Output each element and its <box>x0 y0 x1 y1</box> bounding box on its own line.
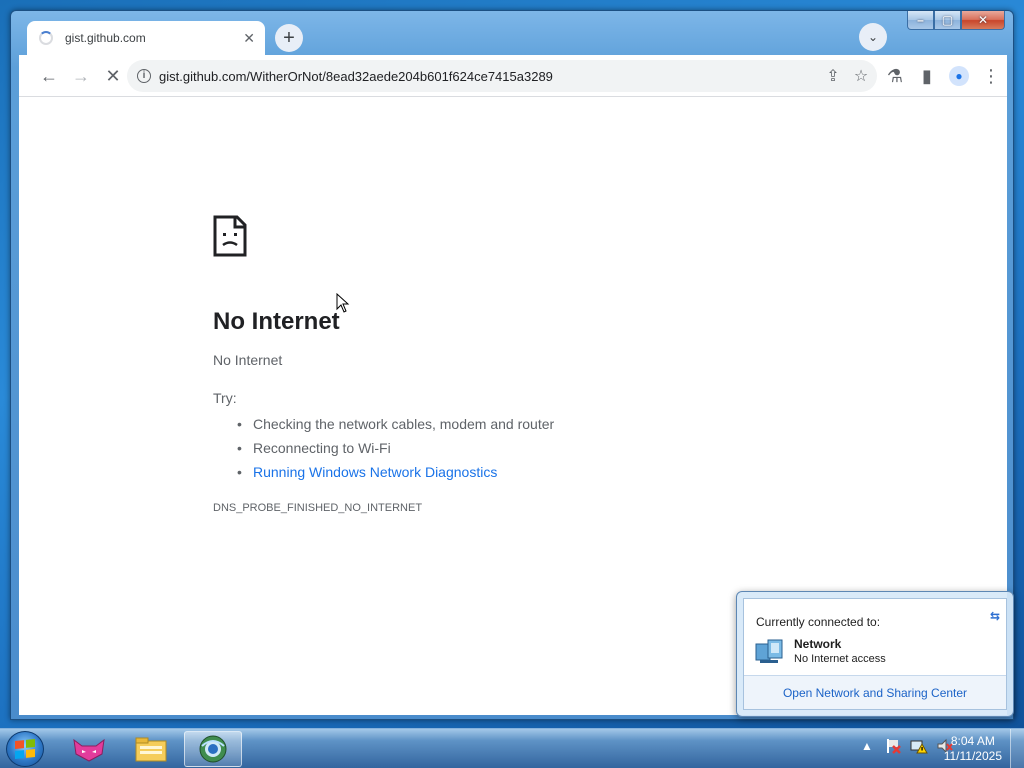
network-flyout: Currently connected to: ⇆ Network No Int… <box>736 591 1014 717</box>
taskbar-clock[interactable]: 8:04 AM 11/11/2025 <box>944 734 1002 764</box>
taskbar-browser[interactable] <box>184 731 242 767</box>
taskbar: ▲ 8:04 AM 11/11/2025 <box>0 728 1024 768</box>
tab-title: gist.github.com <box>65 31 146 45</box>
menu-button[interactable]: ⋮ <box>975 60 1007 92</box>
suggestion-list: Checking the network cables, modem and r… <box>213 412 813 484</box>
connected-heading: Currently connected to: <box>756 615 881 629</box>
error-code: DNS_PROBE_FINISHED_NO_INTERNET <box>213 502 423 514</box>
clock-time: 8:04 AM <box>950 734 995 748</box>
browser-app-icon <box>199 735 227 763</box>
network-name: Network <box>794 637 842 651</box>
bookmark-star-icon[interactable]: ☆ <box>849 60 873 92</box>
profile-avatar-icon: ● <box>949 66 969 86</box>
site-info-icon[interactable]: i <box>137 69 151 83</box>
sharing-center-link[interactable]: Open Network and Sharing Center <box>783 686 967 700</box>
fox-app-icon <box>73 738 105 762</box>
address-bar[interactable]: i gist.github.com/WitherOrNot/8ead32aede… <box>127 60 877 92</box>
minimize-button[interactable]: – <box>907 11 934 30</box>
folder-icon <box>135 737 167 762</box>
browser-tab[interactable]: gist.github.com ✕ <box>27 21 265 55</box>
error-container: No Internet No Internet Try: Checking th… <box>213 215 813 514</box>
side-panel-icon[interactable]: ▮ <box>911 60 943 92</box>
start-button[interactable] <box>6 731 44 767</box>
suggestion-item: Reconnecting to Wi-Fi <box>237 436 813 460</box>
suggestion-item-diagnostics: Running Windows Network Diagnostics <box>237 460 813 484</box>
mouse-cursor-icon <box>336 293 350 313</box>
refresh-network-icon[interactable]: ⇆ <box>990 609 1000 623</box>
close-window-button[interactable]: ✕ <box>961 11 1005 30</box>
network-flyout-panel: Currently connected to: ⇆ Network No Int… <box>743 598 1007 710</box>
back-button[interactable]: ← <box>33 60 65 92</box>
network-icon <box>755 639 783 663</box>
profile-button[interactable]: ● <box>943 60 975 92</box>
window-controls: – ▢ ✕ <box>907 11 1005 30</box>
new-tab-button[interactable]: + <box>275 24 303 52</box>
loading-spinner-icon <box>39 31 53 45</box>
address-url[interactable]: gist.github.com/WitherOrNot/8ead32aede20… <box>159 69 821 84</box>
minimize-icon: – <box>917 13 924 27</box>
extensions-icon[interactable]: ⚗ <box>879 60 911 92</box>
system-tray: ▲ <box>858 737 954 755</box>
tab-search-button[interactable]: ⌄ <box>859 23 887 51</box>
show-hidden-icons-icon[interactable]: ▲ <box>858 737 876 755</box>
maximize-button[interactable]: ▢ <box>934 11 961 30</box>
forward-button[interactable]: → <box>65 60 97 92</box>
error-subtitle: No Internet <box>213 352 283 368</box>
share-icon[interactable]: ⇪ <box>821 60 845 92</box>
maximize-icon: ▢ <box>941 13 954 27</box>
network-status: No Internet access <box>794 653 886 665</box>
suggestion-item: Checking the network cables, modem and r… <box>237 412 813 436</box>
action-center-flag-icon[interactable] <box>884 737 902 755</box>
error-title: No Internet <box>213 308 340 335</box>
tab-close-icon[interactable]: ✕ <box>243 30 255 47</box>
close-icon: ✕ <box>977 13 989 27</box>
flyout-footer: Open Network and Sharing Center <box>744 675 1006 709</box>
browser-toolbar: ← → ✕ i gist.github.com/WitherOrNot/8ead… <box>19 55 1007 97</box>
try-label: Try: <box>213 390 237 406</box>
show-desktop-button[interactable] <box>1010 729 1024 768</box>
network-warning-icon[interactable] <box>910 737 928 755</box>
diagnostics-link[interactable]: Running Windows Network Diagnostics <box>253 464 497 480</box>
toolbar-right-icons: ⚗ ▮ ● ⋮ <box>879 60 1007 92</box>
taskbar-app-fox[interactable] <box>60 731 118 767</box>
stop-loading-button[interactable]: ✕ <box>97 60 129 92</box>
network-entry: Network No Internet access <box>754 637 886 665</box>
sad-page-icon <box>213 215 247 257</box>
clock-date: 11/11/2025 <box>943 749 1002 763</box>
windows-logo-icon <box>15 738 35 760</box>
taskbar-file-explorer[interactable] <box>122 731 180 767</box>
